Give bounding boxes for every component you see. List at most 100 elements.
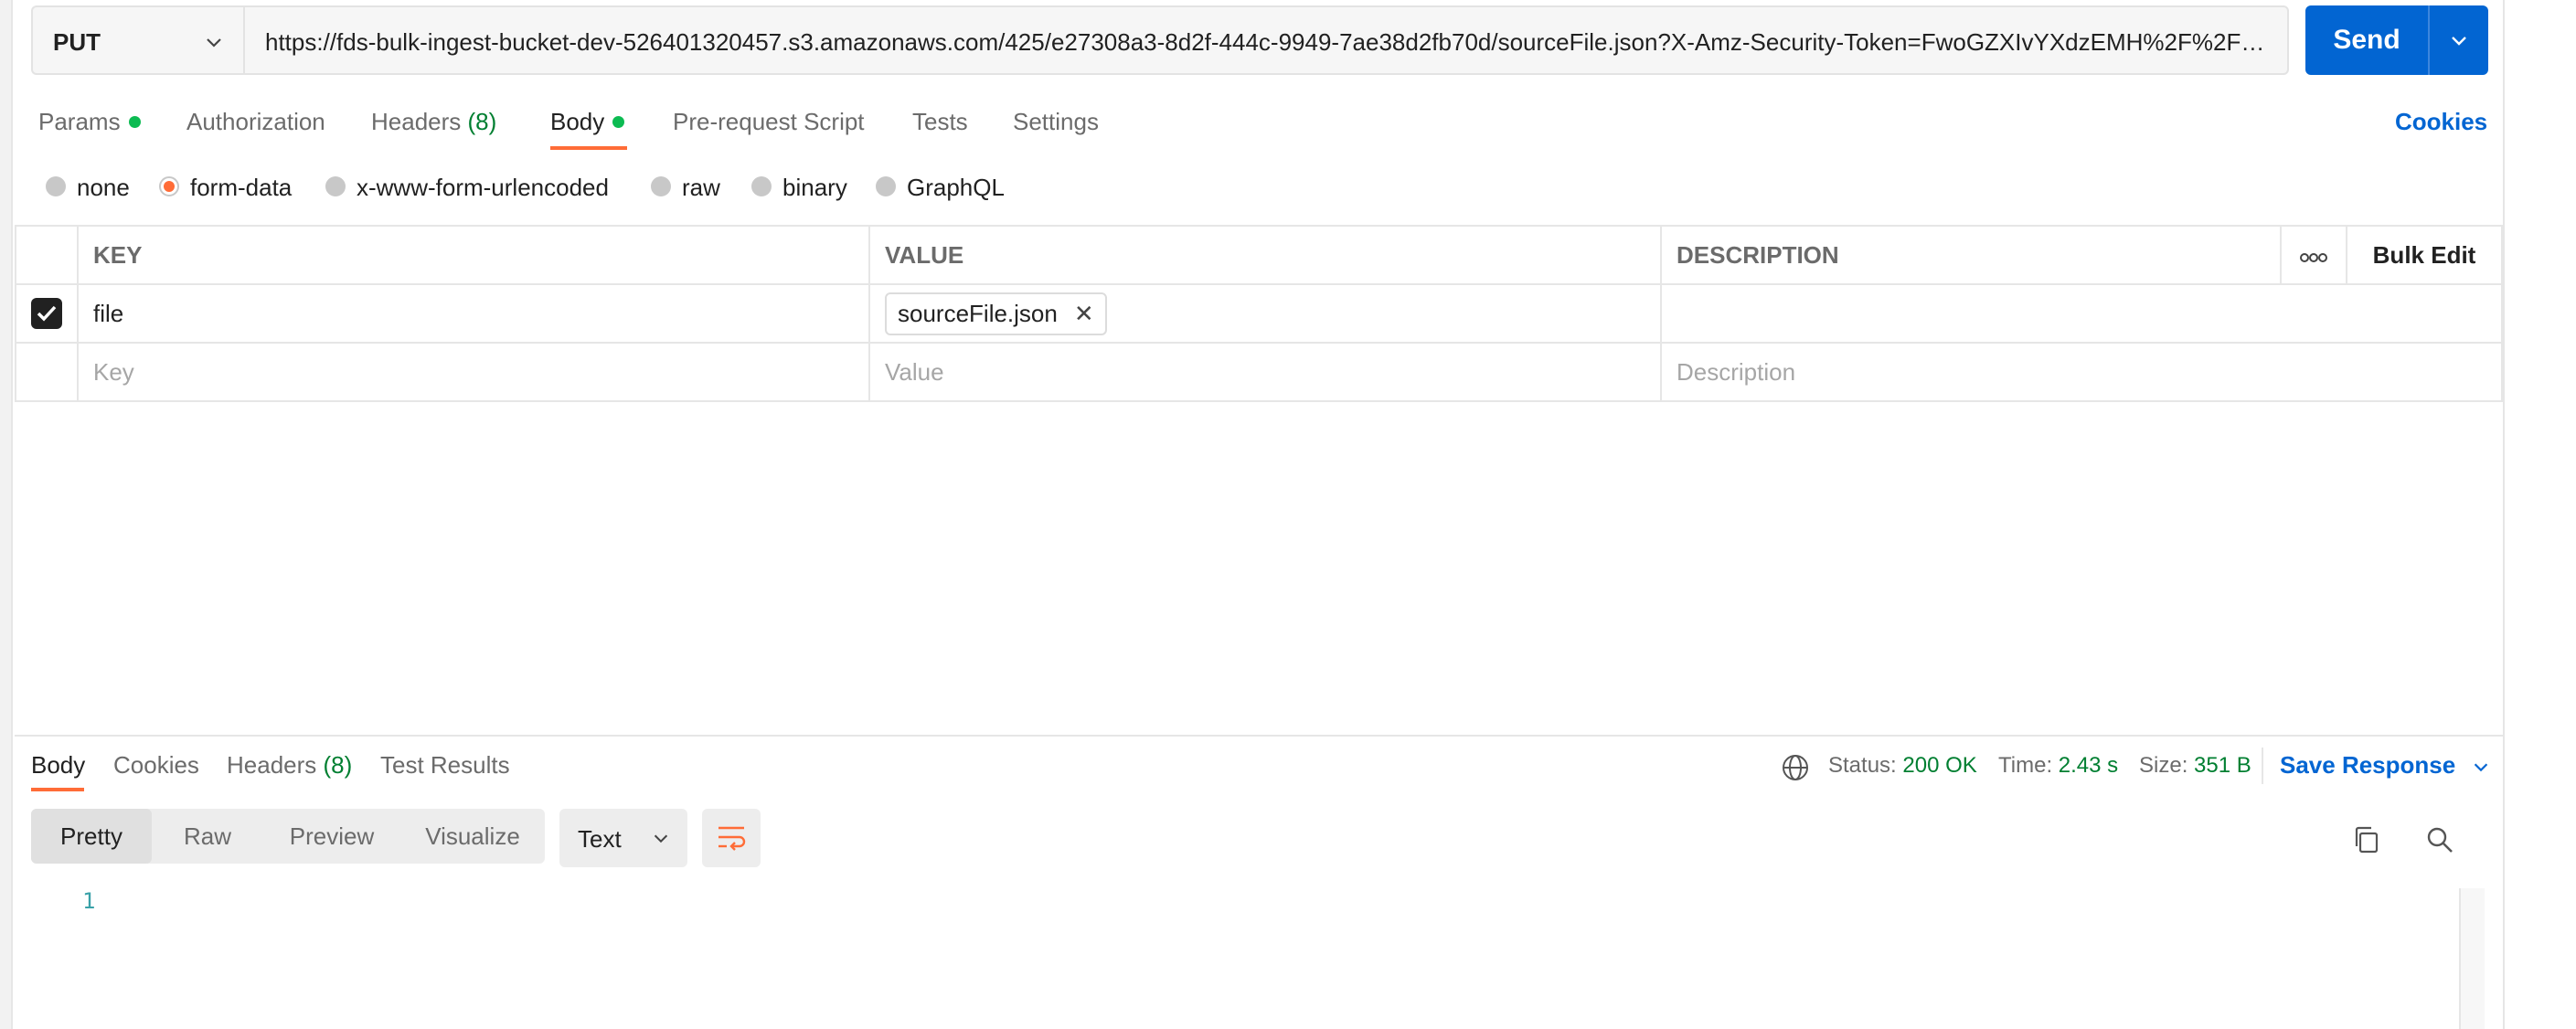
form-data-table: KEY VALUE DESCRIPTION Bulk Edit file sou… [15, 225, 2503, 402]
active-tab-underline [550, 146, 627, 150]
response-time[interactable]: Time: 2.43 s [1998, 753, 2118, 779]
right-panel-edge [2503, 0, 2576, 1029]
tab-tests-label: Tests [912, 108, 968, 135]
chevron-down-icon [207, 38, 221, 48]
radio-raw-label: raw [682, 174, 720, 201]
radio-raw[interactable]: raw [651, 174, 720, 202]
method-value: PUT [53, 28, 101, 56]
header-description: DESCRIPTION [1660, 225, 2282, 285]
table-row-empty: Key Value Description [15, 342, 2503, 402]
row-checkbox-cell [15, 283, 79, 344]
save-response-button[interactable]: Save Response [2280, 751, 2491, 780]
time-value: 2.43 s [2058, 753, 2119, 778]
tab-headers-label: Headers [371, 108, 462, 135]
key-placeholder[interactable]: Key [77, 342, 870, 402]
tab-tests[interactable]: Tests [912, 108, 968, 136]
copy-icon[interactable] [2351, 824, 2382, 855]
search-icon[interactable] [2424, 824, 2455, 855]
tab-body[interactable]: Body [550, 108, 625, 136]
row-value-cell[interactable]: sourceFile.json ✕ [868, 283, 1662, 344]
view-raw[interactable]: Raw [152, 809, 263, 864]
response-size[interactable]: Size: 351 B [2139, 753, 2251, 779]
file-chip: sourceFile.json ✕ [885, 292, 1107, 335]
radio-urlencoded-label: x-www-form-urlencoded [357, 174, 609, 201]
format-select[interactable]: Text [559, 809, 687, 867]
status-value: 200 OK [1902, 753, 1977, 778]
tab-settings[interactable]: Settings [1013, 108, 1099, 136]
send-button-group: Send [2305, 5, 2488, 75]
radio-graphql[interactable]: GraphQL [876, 174, 1005, 202]
status-dot [612, 115, 625, 128]
url-text: https://fds-bulk-ingest-bucket-dev-52640… [265, 28, 2276, 56]
headers-count: (8) [467, 108, 497, 135]
view-preview[interactable]: Preview [263, 809, 400, 864]
save-response-label: Save Response [2280, 751, 2456, 779]
empty-checkbox-cell [15, 342, 79, 402]
status-label: Status: [1828, 753, 1897, 778]
tab-pre-request-script[interactable]: Pre-request Script [673, 108, 865, 136]
radio-form-data[interactable]: form-data [159, 174, 292, 202]
status-dot [128, 115, 141, 128]
response-scrollbar[interactable] [2459, 888, 2485, 1029]
more-horizontal-icon [2300, 252, 2327, 262]
tab-headers[interactable]: Headers (8) [371, 108, 496, 136]
send-button[interactable]: Send [2305, 5, 2428, 75]
description-placeholder[interactable]: Description [1660, 342, 2503, 402]
header-value: VALUE [868, 225, 1662, 285]
response-headers-count: (8) [323, 751, 353, 779]
radio-circle-selected [159, 176, 179, 197]
cookies-link[interactable]: Cookies [2395, 108, 2487, 136]
radio-circle [751, 176, 772, 197]
radio-binary[interactable]: binary [751, 174, 847, 202]
radio-none[interactable]: none [46, 174, 130, 202]
radio-circle [325, 176, 346, 197]
tab-params[interactable]: Params [38, 108, 141, 136]
row-description[interactable] [1660, 283, 2503, 344]
more-options-button[interactable] [2280, 225, 2347, 285]
bulk-edit-button[interactable]: Bulk Edit [2346, 225, 2503, 285]
remove-file-icon[interactable]: ✕ [1074, 300, 1094, 327]
radio-circle [651, 176, 671, 197]
size-label: Size: [2139, 753, 2188, 778]
row-key[interactable]: file [77, 283, 870, 344]
format-value: Text [578, 825, 622, 853]
tab-authorization-label: Authorization [186, 108, 325, 135]
response-view-segmented: Pretty Raw Preview Visualize [31, 809, 545, 864]
check-icon [37, 305, 57, 322]
wrap-lines-button[interactable] [702, 809, 761, 867]
response-tab-body[interactable]: Body [31, 751, 85, 780]
wrap-lines-icon [719, 826, 746, 851]
radio-x-www-form-urlencoded[interactable]: x-www-form-urlencoded [325, 174, 609, 202]
radio-circle [876, 176, 896, 197]
response-tab-headers[interactable]: Headers (8) [227, 751, 352, 780]
response-tab-test-results[interactable]: Test Results [380, 751, 510, 780]
tab-authorization[interactable]: Authorization [186, 108, 325, 136]
method-select[interactable]: PUT [31, 5, 245, 75]
size-value: 351 B [2194, 753, 2251, 778]
radio-circle [46, 176, 66, 197]
value-placeholder[interactable]: Value [868, 342, 1662, 402]
globe-icon[interactable] [1781, 753, 1810, 782]
view-pretty[interactable]: Pretty [31, 809, 152, 864]
tab-pre-request-label: Pre-request Script [673, 108, 865, 135]
chevron-down-icon [2452, 37, 2466, 46]
chevron-down-icon [654, 834, 668, 843]
time-label: Time: [1998, 753, 2053, 778]
url-input[interactable]: https://fds-bulk-ingest-bucket-dev-52640… [243, 5, 2289, 75]
chevron-down-icon [2475, 763, 2488, 772]
table-row: file sourceFile.json ✕ [15, 283, 2503, 344]
response-active-underline [31, 788, 84, 791]
header-key: KEY [77, 225, 870, 285]
line-number: 1 [82, 888, 96, 914]
send-options-button[interactable] [2430, 5, 2488, 75]
file-chip-name: sourceFile.json [898, 299, 1058, 327]
response-tab-cookies[interactable]: Cookies [113, 751, 199, 780]
radio-binary-label: binary [782, 174, 847, 201]
status-separator [2262, 748, 2263, 784]
tab-settings-label: Settings [1013, 108, 1099, 135]
row-enabled-checkbox[interactable] [31, 298, 62, 330]
response-divider [15, 735, 2503, 737]
view-visualize[interactable]: Visualize [400, 809, 545, 864]
response-status[interactable]: Status: 200 OK [1828, 753, 1977, 779]
response-headers-label: Headers [227, 751, 317, 779]
